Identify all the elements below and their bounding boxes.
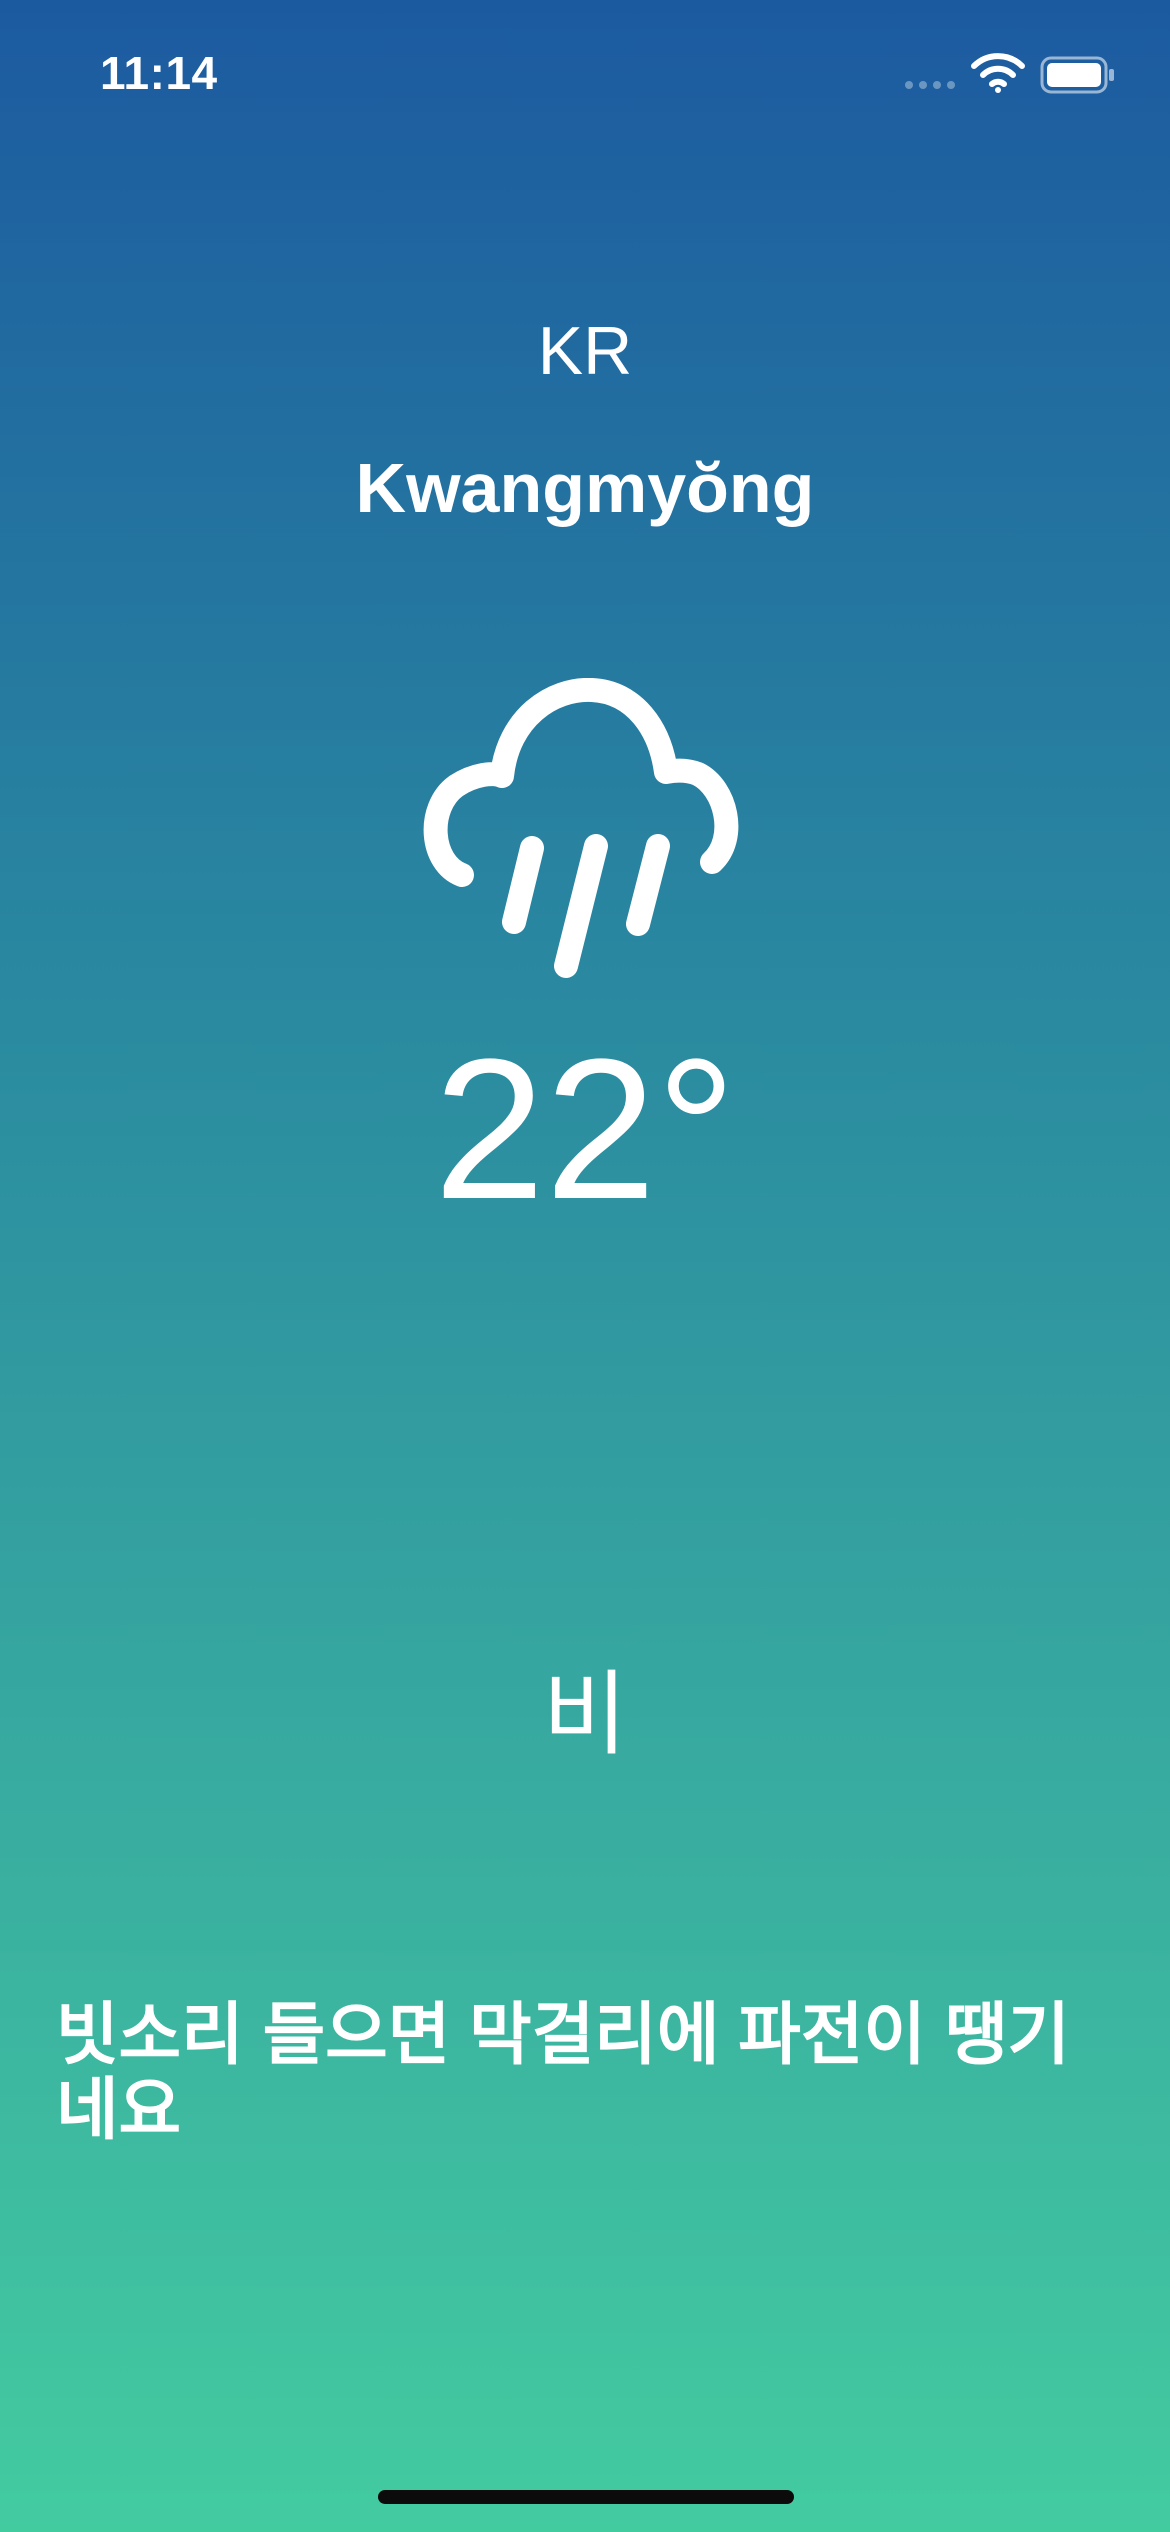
weather-condition: 비 bbox=[542, 1664, 628, 1766]
wifi-icon bbox=[971, 53, 1025, 93]
cellular-signal-icon bbox=[905, 81, 955, 89]
home-indicator[interactable] bbox=[378, 2490, 794, 2504]
battery-full-icon bbox=[1040, 56, 1114, 94]
status-time: 11:14 bbox=[100, 47, 218, 99]
weather-message: 빗소리 들으면 막걸리에 파전이 땡기네요 bbox=[56, 1997, 1070, 2148]
status-bar: 11:14 bbox=[0, 0, 1170, 150]
cloud-rain-icon bbox=[423, 678, 739, 978]
country-code: KR bbox=[537, 313, 633, 389]
temperature: 22° bbox=[433, 1018, 737, 1241]
city-name: Kwangmyŏng bbox=[355, 449, 815, 527]
